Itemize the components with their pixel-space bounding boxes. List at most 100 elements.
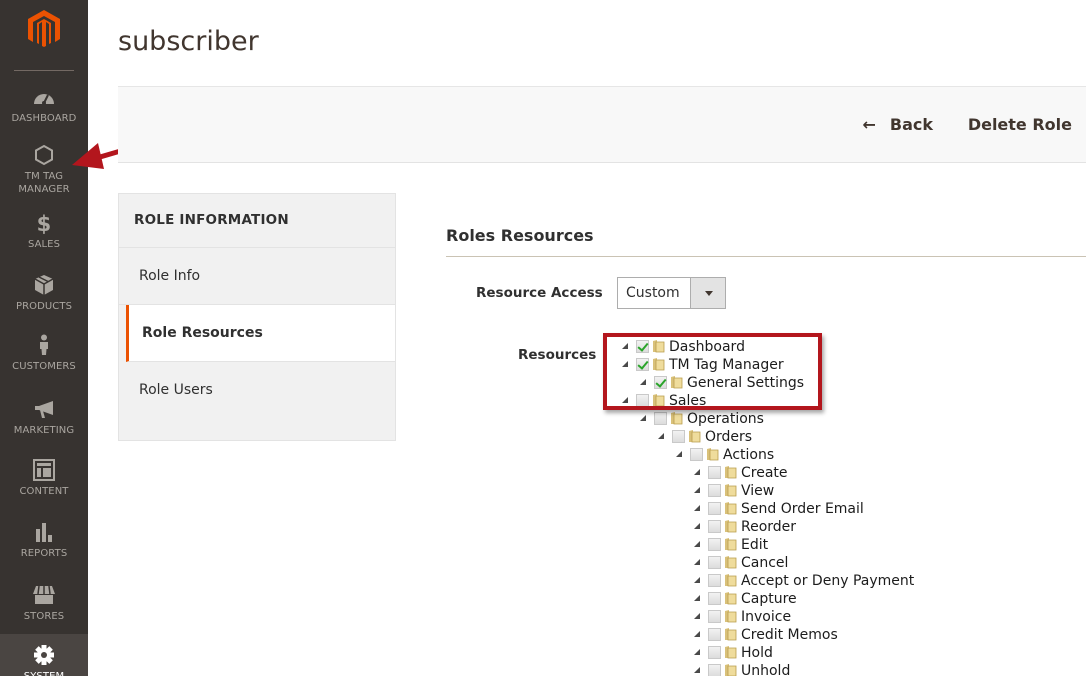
tree-node[interactable]: Sales (622, 392, 706, 410)
expand-toggle-icon[interactable] (694, 541, 700, 547)
expand-toggle-icon[interactable] (694, 595, 700, 601)
checkbox-unchecked[interactable] (708, 592, 721, 605)
back-button[interactable]: ← Back (862, 115, 933, 134)
layout-icon (33, 459, 55, 481)
checkbox-unchecked[interactable] (708, 466, 721, 479)
tree-node[interactable]: Credit Memos (694, 626, 838, 644)
tab-role-resources[interactable]: Role Resources (126, 305, 395, 362)
tree-node[interactable]: View (694, 482, 774, 500)
box-icon (34, 275, 54, 295)
tree-node[interactable]: Unhold (694, 662, 790, 676)
nav-stores[interactable]: STORES (0, 584, 88, 623)
resource-access-value: Custom (626, 285, 680, 301)
tree-node[interactable]: Create (694, 464, 788, 482)
checkbox-unchecked[interactable] (708, 628, 721, 641)
expand-toggle-icon[interactable] (694, 631, 700, 637)
expand-toggle-icon[interactable] (676, 451, 682, 457)
tree-node[interactable]: TM Tag Manager (622, 356, 784, 374)
tree-node-label: Reorder (741, 519, 797, 535)
expand-toggle-icon[interactable] (694, 577, 700, 583)
magento-logo-icon[interactable] (26, 8, 62, 48)
chevron-down-icon[interactable] (690, 278, 725, 308)
tree-node[interactable]: General Settings (640, 374, 804, 392)
checkbox-unchecked[interactable] (708, 502, 721, 515)
checkbox-unchecked[interactable] (690, 448, 703, 461)
nav-label: REPORTS (20, 548, 68, 559)
resource-access-select[interactable]: Custom (617, 277, 726, 309)
expand-toggle-icon[interactable] (694, 505, 700, 511)
expand-toggle-icon[interactable] (622, 361, 628, 367)
tree-node[interactable]: Dashboard (622, 338, 745, 356)
tree-node[interactable]: Accept or Deny Payment (694, 572, 914, 590)
tab-role-info[interactable]: Role Info (119, 248, 395, 305)
checkbox-unchecked[interactable] (708, 556, 721, 569)
expand-toggle-icon[interactable] (694, 523, 700, 529)
checkbox-unchecked[interactable] (708, 538, 721, 551)
checkbox-unchecked[interactable] (708, 484, 721, 497)
delete-role-button[interactable]: Delete Role (968, 115, 1072, 134)
nav-products[interactable]: PRODUCTS (0, 274, 88, 313)
nav-label-line-1: TM TAG (24, 171, 64, 182)
page-actions-bar: ← Back Delete Role (118, 86, 1086, 163)
dashboard-icon (34, 94, 54, 105)
tree-node[interactable]: Orders (658, 428, 752, 446)
nav-customers[interactable]: CUSTOMERS (0, 334, 88, 373)
nav-marketing[interactable]: MARKETING (0, 398, 88, 437)
checkbox-unchecked[interactable] (708, 574, 721, 587)
checkbox-unchecked[interactable] (708, 610, 721, 623)
expand-toggle-icon[interactable] (622, 343, 628, 349)
tree-node-label: Capture (741, 591, 797, 607)
expand-toggle-icon[interactable] (658, 433, 664, 439)
tree-node[interactable]: Invoice (694, 608, 791, 626)
tree-node[interactable]: Operations (640, 410, 764, 428)
tree-node[interactable]: Edit (694, 536, 768, 554)
tabs-header: ROLE INFORMATION (119, 194, 395, 248)
tree-node[interactable]: Cancel (694, 554, 788, 572)
folder-icon (724, 663, 737, 676)
tree-node[interactable]: Send Order Email (694, 500, 864, 518)
expand-toggle-icon[interactable] (622, 397, 628, 403)
checkbox-checked[interactable] (636, 340, 649, 353)
nav-content[interactable]: CONTENT (0, 459, 88, 498)
tab-role-users[interactable]: Role Users (119, 362, 395, 419)
checkbox-unchecked[interactable] (708, 664, 721, 676)
checkbox-unchecked[interactable] (636, 394, 649, 407)
nav-dashboard[interactable]: DASHBOARD (0, 86, 88, 125)
folder-icon (670, 411, 683, 425)
tree-node-label: TM Tag Manager (669, 357, 784, 373)
nav-label: SALES (27, 239, 61, 250)
expand-toggle-icon[interactable] (694, 487, 700, 493)
nav-sales[interactable]: $ SALES (0, 212, 88, 251)
expand-toggle-icon[interactable] (694, 667, 700, 673)
tree-node-label: Create (741, 465, 788, 481)
dollar-icon: $ (37, 212, 52, 234)
checkbox-unchecked[interactable] (672, 430, 685, 443)
role-information-tabs: ROLE INFORMATION Role Info Role Resource… (118, 193, 396, 441)
nav-system[interactable]: SYSTEM (0, 634, 88, 676)
nav-tm-tag-manager[interactable]: TM TAG MANAGER (0, 144, 88, 196)
tree-node[interactable]: Hold (694, 644, 773, 662)
expand-toggle-icon[interactable] (640, 415, 646, 421)
folder-icon (724, 645, 737, 659)
checkbox-unchecked[interactable] (708, 646, 721, 659)
tree-node[interactable]: Reorder (694, 518, 796, 536)
expand-toggle-icon[interactable] (694, 469, 700, 475)
tree-node[interactable]: Actions (676, 446, 774, 464)
checkbox-checked[interactable] (636, 358, 649, 371)
checkbox-checked[interactable] (654, 376, 667, 389)
tree-node[interactable]: Capture (694, 590, 797, 608)
expand-toggle-icon[interactable] (694, 649, 700, 655)
resource-access-label: Resource Access (476, 285, 603, 301)
expand-toggle-icon[interactable] (694, 559, 700, 565)
checkbox-unchecked[interactable] (654, 412, 667, 425)
nav-reports[interactable]: REPORTS (0, 521, 88, 560)
checkbox-unchecked[interactable] (708, 520, 721, 533)
person-icon (40, 334, 48, 355)
folder-icon (670, 375, 683, 389)
expand-toggle-icon[interactable] (640, 379, 646, 385)
back-label: Back (889, 115, 933, 134)
svg-text:$: $ (37, 212, 52, 234)
expand-toggle-icon[interactable] (694, 613, 700, 619)
folder-icon (724, 609, 737, 623)
folder-icon (724, 483, 737, 497)
